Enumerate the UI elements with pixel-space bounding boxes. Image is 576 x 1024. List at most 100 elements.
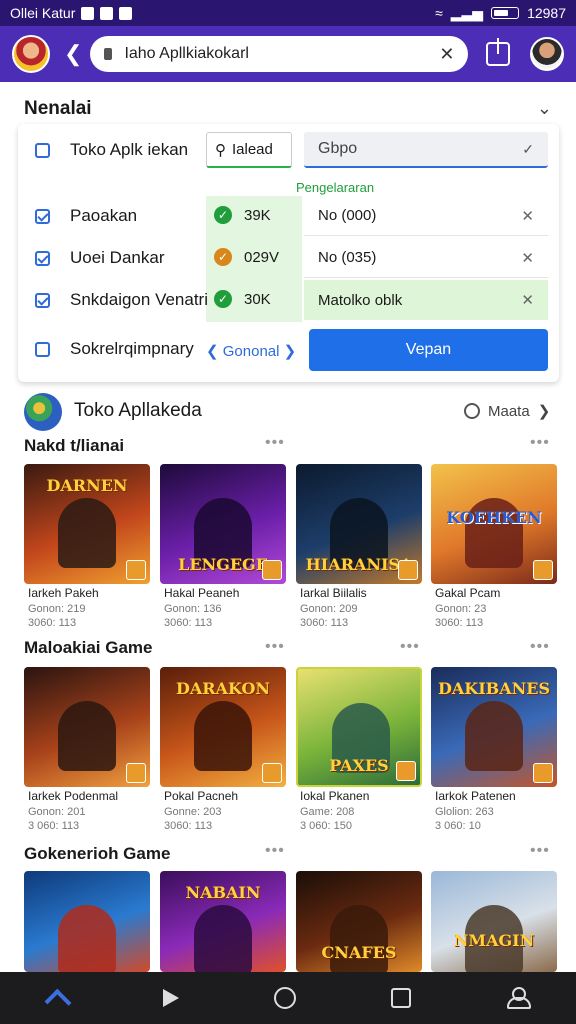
user-avatar[interactable]: [530, 37, 564, 71]
value-cell: ✓ 39K: [214, 206, 271, 224]
circle-icon[interactable]: [273, 987, 296, 1009]
output-cell: No (000) ✕: [304, 196, 548, 236]
close-icon[interactable]: ✕: [439, 44, 454, 65]
game-logo: NMAGIN: [453, 931, 535, 950]
text-input[interactable]: Gbpo ✓: [304, 132, 548, 168]
checkbox[interactable]: [35, 341, 50, 357]
game-tile[interactable]: DARAKON: [160, 667, 286, 787]
value-cell: ✓ 30K: [214, 290, 271, 308]
game-name: Iarkok Patenen: [435, 789, 516, 803]
checkbox[interactable]: [35, 208, 50, 224]
page-content: Nenalai ⌄ Toko Aplk iekan ⚲ Ialead Gbpo …: [0, 82, 576, 972]
output-cell: Matolko oblk ✕: [304, 280, 548, 320]
row-label: Uoei Dankar: [70, 248, 165, 267]
checkbox[interactable]: [35, 292, 50, 308]
badge-icon: [533, 560, 553, 580]
check-circle-icon: ✓: [214, 206, 232, 224]
checkbox[interactable]: [35, 142, 50, 158]
game-meta: Gonon: 219 3060: 113: [28, 603, 86, 629]
more-icon[interactable]: •••: [400, 638, 420, 656]
close-icon[interactable]: ✕: [521, 207, 534, 225]
game-meta: Gonne: 203 3060: 113: [164, 806, 222, 832]
game-meta: Gonon: 23 3060: 113: [435, 603, 487, 629]
user-icon[interactable]: [506, 987, 532, 1009]
game-tile[interactable]: KOEHKEN: [431, 464, 557, 584]
store-logo: [24, 393, 62, 431]
badge-icon: [126, 560, 146, 580]
row-label: Sokrelrqimpnary: [70, 339, 194, 358]
value-cell: ✓ 029V: [214, 248, 279, 266]
game-logo: DARNEN: [46, 476, 128, 495]
game-name: Pokal Pacneh: [164, 789, 239, 803]
game-logo: DAKIBANES: [438, 679, 550, 698]
game-logo: DARAKON: [175, 679, 271, 698]
browser-header: ❮ Iaho Apllkiakokarl ✕: [0, 26, 576, 82]
back-arrow-icon[interactable]: ❮: [64, 41, 82, 67]
badge-icon: [398, 560, 418, 580]
chevron-right-icon: ❯: [537, 403, 551, 420]
game-tile[interactable]: DARNEN: [24, 464, 150, 584]
game-name: Gakal Pcam: [435, 586, 501, 600]
search-icon: ⚲: [215, 141, 226, 159]
badge-icon: [533, 763, 553, 783]
game-meta: Glolion: 263 3 060: 10: [435, 806, 494, 832]
url-bar[interactable]: Iaho Apllkiakokarl ✕: [90, 36, 469, 72]
game-name: Iarkeh Pakeh: [28, 586, 99, 600]
more-icon[interactable]: •••: [265, 638, 285, 656]
search-input[interactable]: ⚲ Ialead: [206, 132, 292, 168]
checkbox[interactable]: [35, 250, 50, 266]
game-name: Iarkal Biilalis: [300, 586, 367, 600]
primary-button[interactable]: Vepan: [309, 329, 548, 371]
play-icon[interactable]: [162, 989, 179, 1007]
section-title: Nakd t/lianai: [24, 436, 125, 455]
lock-icon: [104, 48, 113, 60]
wifi-icon: ≈: [435, 5, 443, 21]
more-icon[interactable]: •••: [530, 842, 550, 860]
close-icon[interactable]: ✕: [521, 249, 534, 267]
section-title: Maloakiai Game: [24, 638, 153, 657]
character-art: [194, 905, 252, 972]
more-icon[interactable]: •••: [265, 434, 285, 452]
game-tile[interactable]: CNAFES: [296, 871, 422, 972]
badge-icon: [126, 763, 146, 783]
game-logo: NABAIN: [185, 883, 261, 902]
notification-icon: [81, 6, 95, 20]
more-icon[interactable]: •••: [530, 638, 550, 656]
more-icon[interactable]: •••: [530, 434, 550, 452]
square-icon[interactable]: [391, 988, 412, 1008]
game-name: Iarkek Podenmal: [28, 789, 119, 803]
game-tile[interactable]: PAXES: [296, 667, 422, 787]
store-more-link[interactable]: Maata ❯: [464, 402, 550, 420]
game-tile[interactable]: [24, 667, 150, 787]
share-icon[interactable]: [486, 38, 511, 66]
carrier-text: Ollei Katur: [10, 5, 76, 21]
row-label: Snkdaigon Venatri: [70, 290, 208, 309]
game-name: Iokal Pkanen: [300, 789, 370, 803]
general-link[interactable]: ❮ Gononal ❯: [206, 342, 296, 360]
chevron-down-icon[interactable]: ⌄: [537, 98, 552, 119]
profile-avatar[interactable]: [12, 35, 50, 73]
search-icon: [464, 403, 480, 419]
game-tile[interactable]: DAKIBANES: [431, 667, 557, 787]
game-tile[interactable]: NABAIN: [160, 871, 286, 972]
row-label: Paoakan: [70, 206, 138, 225]
badge-icon: [262, 560, 282, 580]
close-icon[interactable]: ✕: [521, 291, 534, 309]
bottom-nav: [0, 972, 576, 1024]
game-tile[interactable]: NMAGIN: [431, 871, 557, 972]
game-tile[interactable]: LENGEGE: [160, 464, 286, 584]
pin-icon[interactable]: ✓: [522, 141, 534, 158]
warning-circle-icon: ✓: [214, 248, 232, 266]
character-art: [58, 498, 116, 568]
character-art: [465, 701, 523, 771]
badge-icon: [396, 761, 416, 781]
url-text: Iaho Apllkiakokarl: [124, 45, 249, 62]
output-cell: No (035) ✕: [304, 238, 548, 278]
game-logo: KOEHKEN: [446, 508, 542, 527]
home-icon[interactable]: [44, 988, 72, 1016]
game-tile[interactable]: [24, 871, 150, 972]
game-tile[interactable]: HIARANISA: [296, 464, 422, 584]
more-icon[interactable]: •••: [265, 842, 285, 860]
battery-icon: [491, 7, 520, 19]
game-meta: Gonon: 209 3060: 113: [300, 603, 358, 629]
